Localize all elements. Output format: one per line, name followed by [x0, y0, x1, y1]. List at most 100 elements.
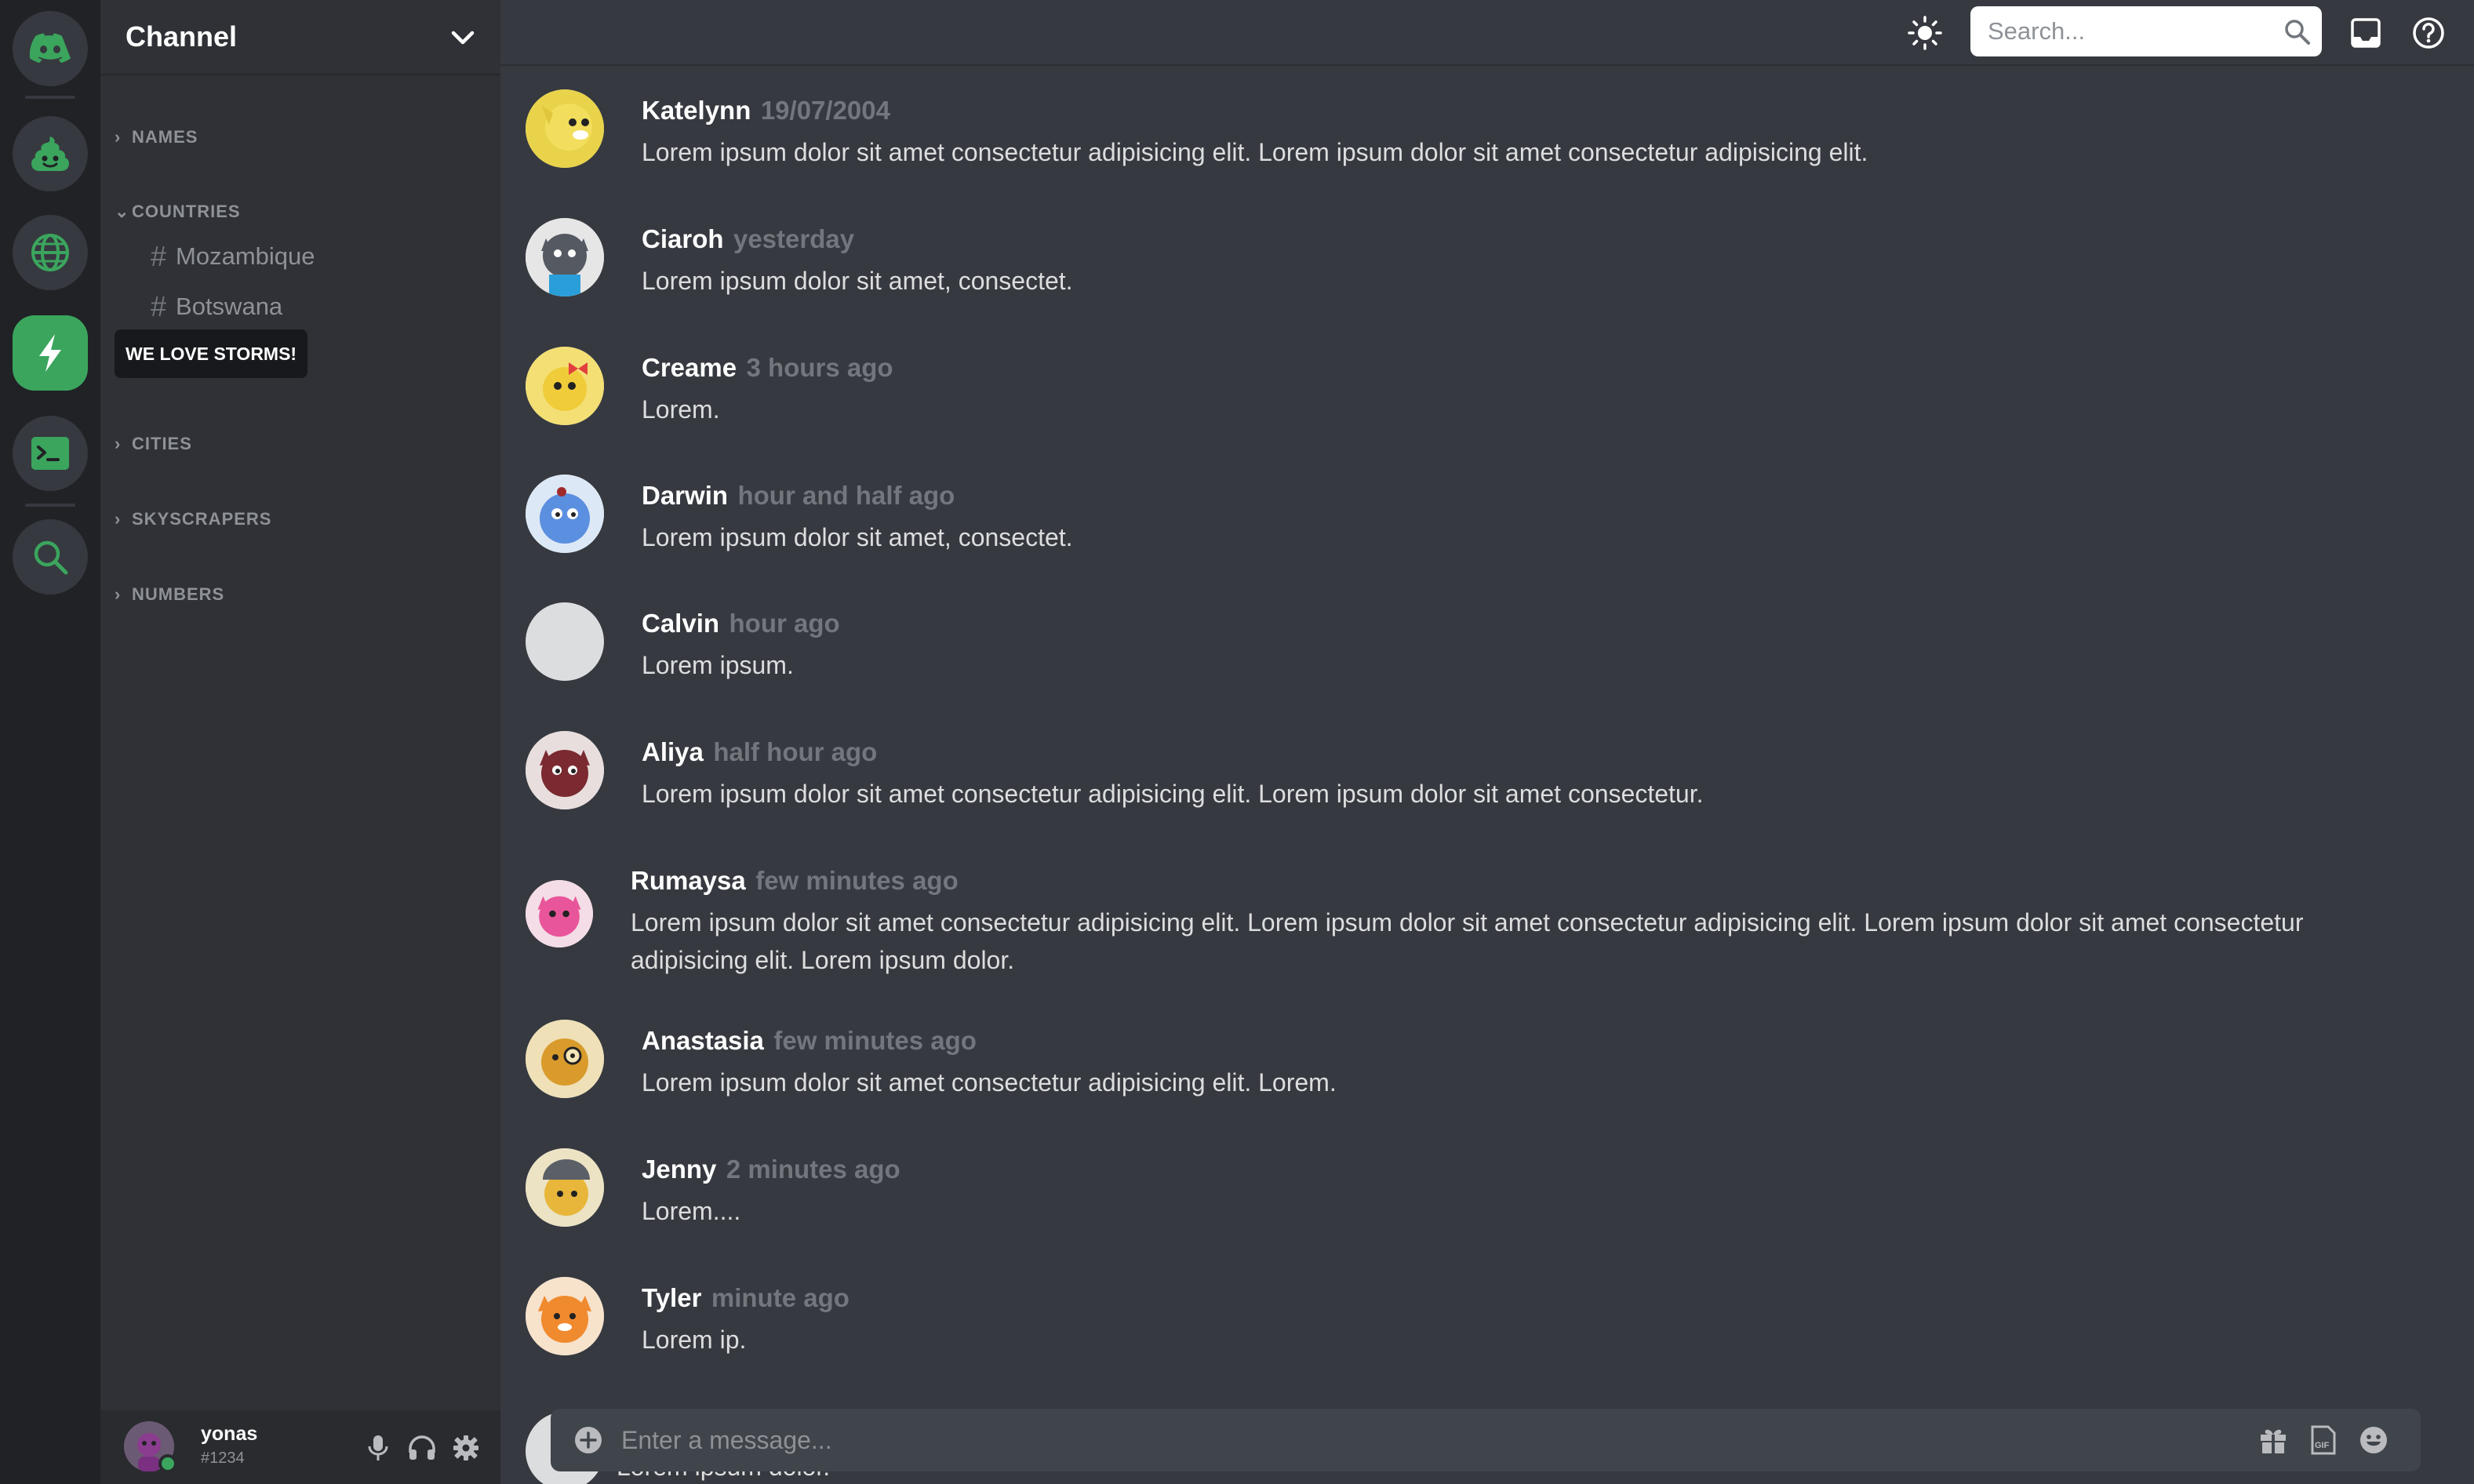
avatar[interactable]	[124, 1421, 177, 1473]
plus-circle-icon	[575, 1427, 602, 1453]
rail-separator	[25, 504, 75, 507]
poop-icon	[31, 136, 69, 171]
message-text: Lorem ip.	[642, 1326, 747, 1354]
svg-text:GIF: GIF	[2315, 1441, 2330, 1450]
message-text: Lorem ipsum dolor sit amet consectetur a…	[642, 138, 1868, 166]
chevron-right-icon: ›	[115, 584, 122, 604]
message-timestamp: hour and half ago	[737, 481, 955, 510]
gif-button[interactable]: GIF	[2306, 1423, 2341, 1457]
message-timestamp: hour ago	[729, 609, 840, 638]
globe-icon	[31, 234, 69, 271]
message-header: Tyler minute ago	[642, 1283, 850, 1313]
message-timestamp: few minutes ago	[773, 1026, 977, 1055]
gift-button[interactable]	[2256, 1423, 2290, 1457]
message-author[interactable]: Calvin	[642, 609, 719, 638]
avatar[interactable]	[526, 218, 604, 296]
message-header: Jenny 2 minutes ago	[642, 1155, 900, 1184]
message-author[interactable]: Tyler	[642, 1283, 701, 1312]
sidebar-header[interactable]: Channel	[100, 0, 500, 75]
category-label: CITIES	[132, 434, 192, 453]
search-input[interactable]	[1988, 6, 2270, 56]
hashtag-icon: #	[151, 240, 167, 272]
message-text: Lorem ipsum dolor sit amet consectetur a…	[631, 908, 2304, 974]
message-input[interactable]	[621, 1409, 2268, 1471]
server-poop[interactable]	[13, 116, 88, 191]
explore-servers-button[interactable]	[13, 519, 88, 595]
server-globe[interactable]	[13, 215, 88, 290]
chat-area: Katelynn 19/07/2004 Lorem ipsum dolor si…	[500, 0, 2474, 1484]
helmet-cat-avatar-icon	[526, 1148, 604, 1227]
attach-button[interactable]	[571, 1423, 606, 1457]
category-label: NUMBERS	[132, 584, 225, 604]
message-header: Ciaroh yesterday	[642, 224, 854, 254]
yellow-bow-cat-avatar-icon	[526, 347, 604, 425]
smiley-face-icon	[2360, 1427, 2387, 1453]
deafen-button[interactable]	[406, 1432, 438, 1464]
message-text: Lorem.	[642, 395, 720, 424]
mute-button[interactable]	[362, 1432, 394, 1464]
status-badge	[158, 1454, 177, 1473]
category-names[interactable]: › NAMES	[115, 127, 198, 147]
theme-toggle-button[interactable]	[1908, 16, 1942, 50]
help-button[interactable]	[2411, 16, 2446, 50]
home-button[interactable]	[13, 11, 88, 86]
message-author[interactable]: Anastasia	[642, 1026, 764, 1055]
message-text: Lorem ipsum dolor sit amet consectetur a…	[642, 780, 1704, 808]
inbox-button[interactable]	[2348, 16, 2383, 50]
message-author[interactable]: Jenny	[642, 1155, 716, 1184]
avatar[interactable]	[526, 89, 604, 168]
category-cities[interactable]: › CITIES	[115, 434, 192, 454]
sun-icon	[1908, 16, 1942, 50]
avatar[interactable]	[526, 602, 604, 681]
dark-red-cat-avatar-icon	[526, 731, 604, 809]
category-numbers[interactable]: › NUMBERS	[115, 584, 224, 605]
message-author[interactable]: Aliya	[642, 737, 704, 766]
channel-botswana[interactable]: # Botswana	[151, 290, 282, 323]
chevron-down-icon[interactable]	[447, 22, 478, 53]
message-author[interactable]: Rumaysa	[631, 866, 746, 895]
server-rail	[0, 0, 100, 1484]
avatar[interactable]	[526, 880, 593, 948]
avatar[interactable]	[526, 347, 604, 425]
rail-separator	[25, 96, 75, 99]
user-panel: yonas #1234	[100, 1410, 500, 1484]
hashtag-icon: #	[151, 290, 167, 322]
category-skyscrapers[interactable]: › SKYSCRAPERS	[115, 509, 271, 529]
microphone-icon	[368, 1435, 388, 1460]
message-author[interactable]: Darwin	[642, 481, 728, 510]
discord-logo-icon	[30, 33, 71, 64]
user-settings-button[interactable]	[450, 1432, 482, 1464]
search-icon	[34, 540, 68, 575]
channel-label: Botswana	[176, 293, 283, 320]
gif-icon: GIF	[2311, 1425, 2336, 1455]
message-author[interactable]: Ciaroh	[642, 224, 724, 253]
chevron-down-icon: ⌄	[115, 202, 130, 221]
avatar[interactable]	[526, 1020, 604, 1098]
category-label: NAMES	[132, 127, 198, 147]
message-header: Creame 3 hours ago	[642, 353, 893, 383]
help-icon	[2413, 17, 2444, 49]
message-header: Anastasia few minutes ago	[642, 1026, 977, 1056]
avatar[interactable]	[526, 731, 604, 809]
message-timestamp: 3 hours ago	[746, 353, 893, 382]
headphones-icon	[409, 1435, 435, 1460]
server-storms[interactable]	[13, 315, 88, 391]
message-composer: GIF	[551, 1409, 2421, 1471]
category-label: SKYSCRAPERS	[132, 509, 272, 529]
channel-mozambique[interactable]: # Mozambique	[151, 240, 315, 273]
emoji-button[interactable]	[2356, 1423, 2391, 1457]
category-countries[interactable]: ⌄ COUNTRIES	[115, 202, 241, 222]
avatar[interactable]	[526, 1148, 604, 1227]
gift-icon	[2261, 1429, 2286, 1453]
avatar[interactable]	[526, 475, 604, 553]
server-terminal[interactable]	[13, 416, 88, 491]
avatar[interactable]	[526, 1277, 604, 1355]
message-header: Darwin hour and half ago	[642, 481, 955, 511]
message-header: Calvin hour ago	[642, 609, 840, 638]
message-author[interactable]: Katelynn	[642, 96, 751, 125]
search-icon[interactable]	[2283, 17, 2311, 45]
category-label: COUNTRIES	[132, 202, 241, 221]
yellow-cat-avatar-icon	[526, 89, 604, 168]
message-author[interactable]: Creame	[642, 353, 737, 382]
message-timestamp: 19/07/2004	[760, 96, 890, 125]
